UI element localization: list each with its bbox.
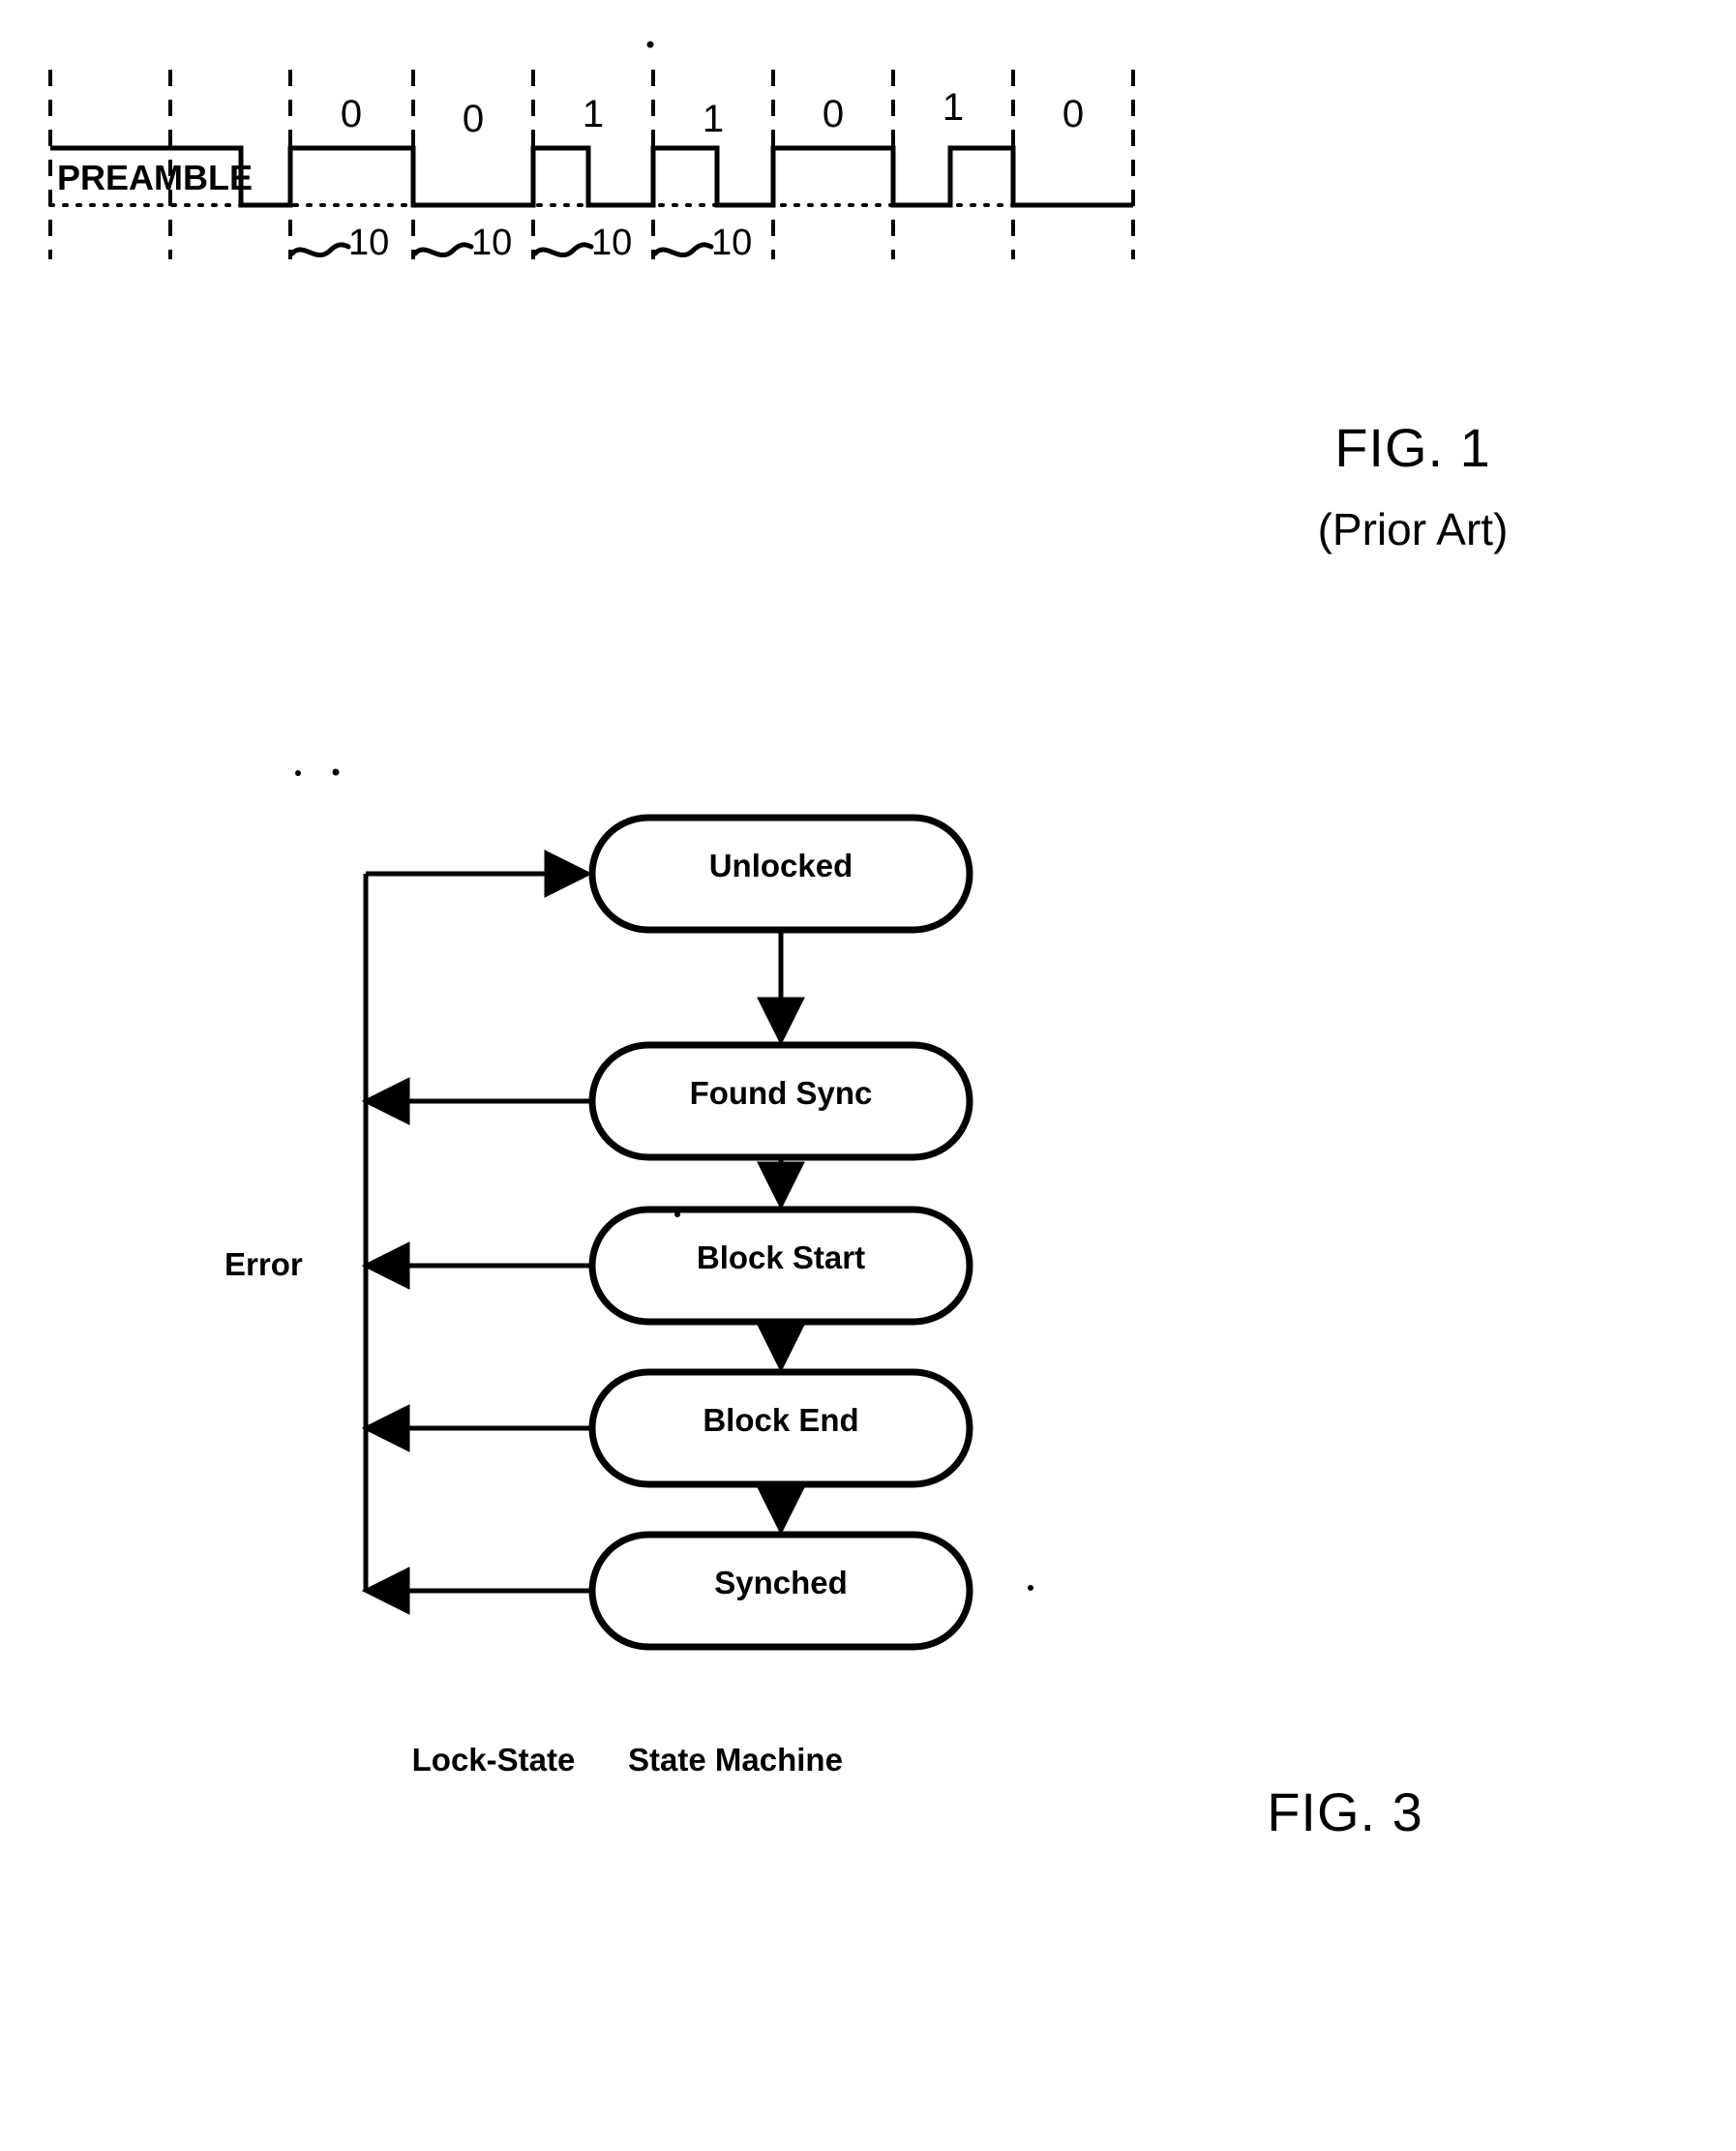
ref-num-10-d: 10 (711, 223, 752, 263)
state-label-block-start: Block Start (696, 1240, 866, 1275)
ref-num-10-c: 10 (591, 223, 632, 263)
preamble-label: PREAMBLE (57, 158, 253, 197)
scan-speck-d (674, 1211, 680, 1217)
error-return-bus (361, 850, 593, 1615)
figure-1-caption: FIG. 1 (1334, 417, 1491, 478)
figure-3-caption: FIG. 3 (1267, 1781, 1423, 1842)
bit-label-3: 1 (703, 98, 724, 140)
bit-labels: 0 0 1 1 0 1 0 (341, 86, 1084, 140)
scan-speck (646, 41, 654, 48)
error-label: Error (224, 1246, 303, 1282)
bit-label-1: 0 (463, 98, 484, 140)
state-machine-label: State Machine (628, 1742, 843, 1778)
scan-speck-c (332, 768, 340, 776)
state-label-synched: Synched (714, 1565, 848, 1600)
scan-speck-e (1028, 1585, 1033, 1591)
state-label-found-sync: Found Sync (689, 1075, 873, 1111)
reference-numeral-texts: 10 10 10 10 (348, 223, 752, 263)
state-label-block-end: Block End (703, 1402, 859, 1438)
bit-label-5: 1 (943, 86, 964, 129)
bit-label-0: 0 (341, 93, 362, 135)
bit-label-2: 1 (583, 93, 604, 135)
state-label-unlocked: Unlocked (708, 848, 853, 883)
figure-1-subcaption: (Prior Art) (1317, 504, 1509, 554)
ref-num-10-b: 10 (471, 223, 512, 263)
bit-label-6: 0 (1063, 93, 1084, 135)
ref-num-10-a: 10 (348, 223, 389, 263)
scan-speck-b (295, 770, 301, 776)
bit-label-4: 0 (823, 93, 844, 135)
